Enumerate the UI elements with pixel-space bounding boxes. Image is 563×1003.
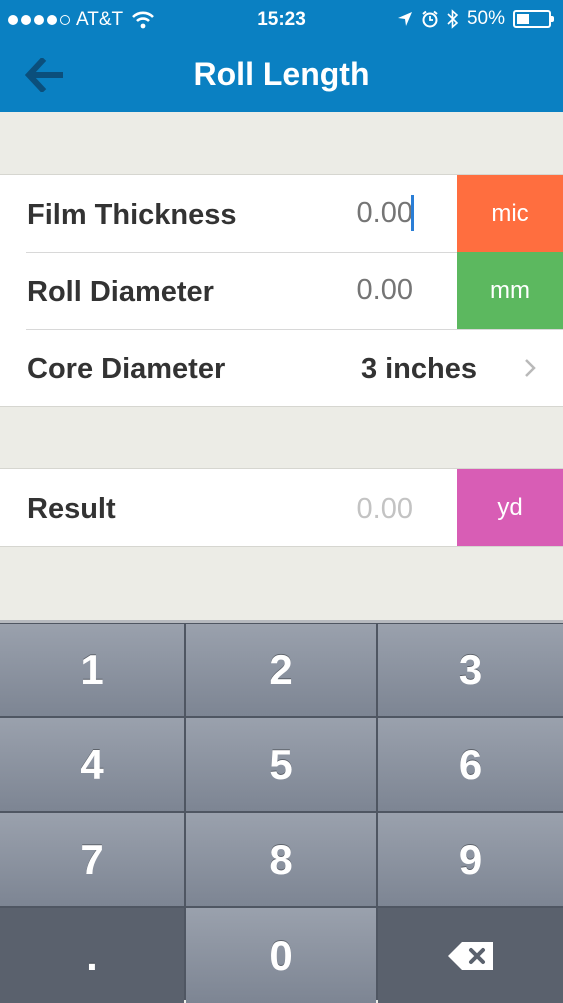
- roll-diameter-unit-button[interactable]: mm: [457, 252, 563, 329]
- roll-diameter-row: Roll Diameter mm: [0, 252, 563, 329]
- key-9[interactable]: 9: [378, 813, 563, 906]
- battery-icon: [513, 10, 554, 28]
- film-thickness-unit-button[interactable]: mic: [457, 175, 563, 252]
- key-0[interactable]: 0: [186, 908, 376, 1003]
- core-diameter-row[interactable]: Core Diameter 3 inches: [0, 329, 563, 406]
- film-thickness-row: Film Thickness mic: [0, 175, 563, 252]
- input-group: Film Thickness mic Roll Diameter mm Core…: [0, 174, 563, 407]
- key-decimal[interactable]: .: [0, 908, 184, 1003]
- chevron-right-icon: [525, 359, 536, 377]
- key-5[interactable]: 5: [186, 718, 376, 811]
- roll-diameter-input[interactable]: [253, 274, 413, 307]
- navigation-bar: Roll Length: [0, 38, 563, 112]
- backspace-icon: [447, 941, 493, 970]
- page-title: Roll Length: [193, 56, 370, 92]
- film-thickness-label: Film Thickness: [27, 199, 237, 231]
- core-diameter-label: Core Diameter: [27, 353, 226, 385]
- result-unit-button[interactable]: yd: [457, 469, 563, 546]
- bluetooth-icon: [447, 9, 459, 29]
- key-3[interactable]: 3: [378, 624, 563, 716]
- key-2[interactable]: 2: [186, 624, 376, 716]
- result-row: Result 0.00 yd: [0, 469, 563, 546]
- status-indicators: 50%: [397, 8, 554, 30]
- location-arrow-icon: [397, 12, 412, 26]
- key-6[interactable]: 6: [378, 718, 563, 811]
- result-value: 0.00: [356, 493, 413, 525]
- result-label: Result: [27, 493, 116, 525]
- key-7[interactable]: 7: [0, 813, 184, 906]
- status-bar: AT&T 15:23 50%: [0, 0, 563, 38]
- battery-percentage: 50%: [466, 8, 505, 29]
- film-thickness-input[interactable]: [253, 197, 413, 230]
- text-cursor: [411, 195, 414, 231]
- numeric-keypad: 1 2 3 4 5 6 7 8 9 . 0: [0, 620, 563, 1003]
- key-1[interactable]: 1: [0, 624, 184, 716]
- roll-diameter-label: Roll Diameter: [27, 276, 214, 308]
- key-8[interactable]: 8: [186, 813, 376, 906]
- delete-key[interactable]: [378, 908, 563, 1003]
- key-4[interactable]: 4: [0, 718, 184, 811]
- core-diameter-value: 3 inches: [360, 353, 477, 385]
- result-group: Result 0.00 yd: [0, 468, 563, 547]
- alarm-clock-icon: [422, 10, 438, 28]
